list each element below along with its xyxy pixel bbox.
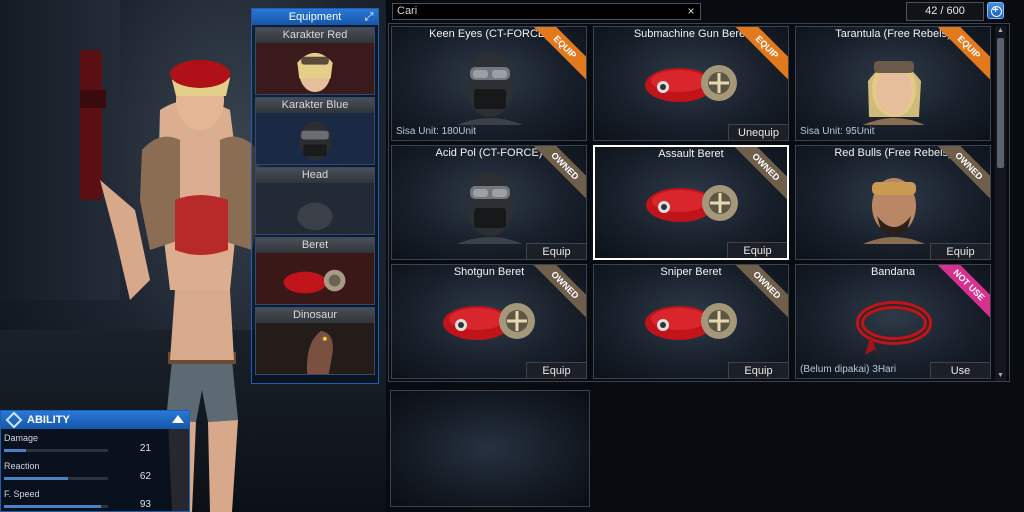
scroll-thumb[interactable] <box>997 38 1004 168</box>
equip-slot-beret[interactable]: Beret <box>255 237 375 305</box>
inventory-item-card[interactable]: Submachine Gun Beret EQUIP Unequip <box>593 26 789 141</box>
inventory-item-card[interactable]: Sniper Beret OWNED Equip <box>593 264 789 379</box>
search-text: Cari <box>397 5 418 17</box>
add-slots-button[interactable]: + <box>987 2 1004 19</box>
equip-slot-dinosaur[interactable]: Dinosaur <box>255 307 375 375</box>
beret-icon <box>645 65 737 102</box>
inventory-item-card[interactable]: Bandana NOT USE (Belum dipakai) 3Hari Use <box>795 264 991 379</box>
beret-icon <box>443 303 535 340</box>
soldier-mask-icon <box>457 53 523 125</box>
stat-bar <box>4 505 108 508</box>
item-action-button[interactable]: Equip <box>930 243 990 259</box>
slot-label: Karakter Blue <box>256 98 374 113</box>
stat-reaction: Reaction 62 <box>1 457 189 485</box>
stat-bar <box>4 449 108 452</box>
inventory-count: 42 / 600 <box>906 2 984 21</box>
dinosaur-thumb <box>256 323 374 375</box>
stat-fill <box>4 477 69 480</box>
inventory-item-card[interactable]: Red Bulls (Free Rebels) OWNED Equip <box>795 145 991 260</box>
soldier-mask-icon <box>457 172 523 244</box>
inventory-item-card[interactable]: Assault Beret OWNED Equip <box>593 145 789 260</box>
stat-value: 21 <box>139 443 151 454</box>
stat-name: Reaction <box>4 461 40 471</box>
item-action-button[interactable]: Equip <box>526 362 586 378</box>
equipment-title: Equipment <box>288 11 342 23</box>
inventory-item-card[interactable]: Keen Eyes (CT-FORCE) EQUIP Sisa Unit: 180U… <box>391 26 587 141</box>
stat-name: F. Speed <box>4 489 40 499</box>
equip-slot-karakter-red[interactable]: Karakter Red <box>255 27 375 95</box>
bandana-icon <box>856 301 932 359</box>
equipment-panel: Equipment ⤢ Karakter Red Karakter Blue H… <box>251 8 379 384</box>
stat-damage: Damage 21 <box>1 429 189 457</box>
plus-icon: + <box>992 5 999 16</box>
beret-thumb <box>256 253 374 305</box>
clear-icon[interactable]: × <box>685 4 697 19</box>
slot-label: Beret <box>256 238 374 253</box>
item-action-button[interactable]: Unequip <box>728 124 788 140</box>
item-action-button[interactable]: Use <box>930 362 990 378</box>
stat-value: 62 <box>139 471 151 482</box>
stat-fill <box>4 449 26 452</box>
ability-title: ABILITY <box>27 414 70 426</box>
female-portrait-icon <box>863 61 925 125</box>
item-preview-box <box>390 390 590 507</box>
beret-icon <box>645 303 737 340</box>
female-portrait-thumb <box>256 43 374 95</box>
item-action-button[interactable]: Equip <box>526 243 586 259</box>
stat-fill <box>4 505 101 508</box>
inventory-item-card[interactable]: Tarantula (Free Rebels) EQUIP Sisa Unit: 9… <box>795 26 991 141</box>
equipment-header: Equipment ⤢ <box>252 9 378 25</box>
search-input[interactable]: Cari × <box>392 3 701 20</box>
equip-slot-head[interactable]: Head <box>255 167 375 235</box>
equip-slot-karakter-blue[interactable]: Karakter Blue <box>255 97 375 165</box>
stat-bar <box>4 477 108 480</box>
helmet-silhouette-thumb <box>256 183 374 235</box>
inventory-item-card[interactable]: Acid Pol (CT-FORCE) OWNED Equip <box>391 145 587 260</box>
inventory-scrollbar[interactable]: ▲ ▼ <box>995 26 1006 381</box>
item-action-button[interactable]: Equip <box>728 362 788 378</box>
slot-label: Head <box>256 168 374 183</box>
scroll-up-arrow-icon[interactable]: ▲ <box>995 26 1006 36</box>
scroll-down-arrow-icon[interactable]: ▼ <box>995 371 1006 381</box>
collapse-triangle-icon[interactable] <box>172 415 184 423</box>
stat-fire-speed: F. Speed 93 <box>1 485 189 512</box>
stat-value: 93 <box>139 499 151 510</box>
item-note: Sisa Unit: 95Unit <box>800 126 875 137</box>
item-action-button[interactable]: Equip <box>727 242 787 258</box>
slot-label: Karakter Red <box>256 28 374 43</box>
ability-header[interactable]: ABILITY <box>1 411 189 429</box>
diamond-icon <box>5 411 23 429</box>
male-portrait-icon <box>863 178 925 244</box>
item-note: Sisa Unit: 180Unit <box>396 126 477 137</box>
soldier-mask-thumb <box>256 113 374 165</box>
inventory-item-card[interactable]: Shotgun Beret OWNED Equip <box>391 264 587 379</box>
stat-name: Damage <box>4 433 39 443</box>
expand-icon[interactable]: ⤢ <box>363 11 375 23</box>
ability-panel: ABILITY Damage 21 Reaction 62 F. Speed 9… <box>0 410 190 512</box>
beret-icon <box>646 185 738 222</box>
game-inventory-screen: Equipment ⤢ Karakter Red Karakter Blue H… <box>0 0 1024 512</box>
slot-label: Dinosaur <box>256 308 374 323</box>
item-note: (Belum dipakai) 3Hari <box>800 364 897 375</box>
